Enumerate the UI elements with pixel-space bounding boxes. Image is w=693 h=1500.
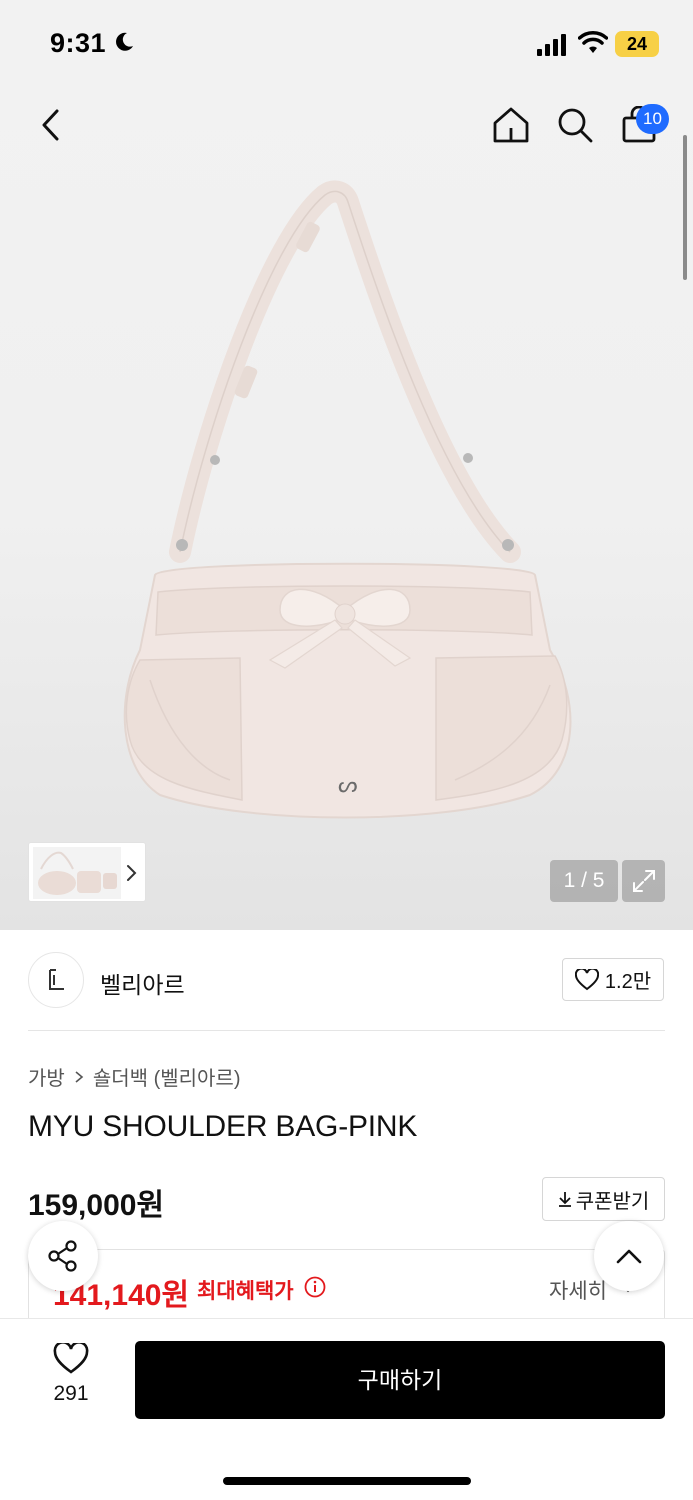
brand-favorite-button[interactable]: 1.2만 <box>562 958 664 1001</box>
heart-icon <box>53 1341 89 1374</box>
product-price: 159,000원 <box>28 1189 165 1222</box>
status-bar: 9:31 24 <box>0 0 693 90</box>
product-image[interactable]: ᔕ <box>110 180 580 830</box>
status-time: 9:31 <box>50 28 107 58</box>
home-button[interactable] <box>486 95 536 155</box>
brand-logo[interactable] <box>28 952 84 1008</box>
thumbnail-image[interactable] <box>33 847 121 899</box>
coupon-button[interactable]: 쿠폰받기 <box>542 1177 665 1221</box>
product-title: MYU SHOULDER BAG-PINK <box>28 1110 418 1143</box>
home-icon <box>493 107 529 143</box>
search-button[interactable] <box>550 95 600 155</box>
scroll-to-top-button[interactable] <box>594 1221 664 1291</box>
image-pager: 1 / 5 <box>550 860 618 902</box>
back-button[interactable] <box>25 95 75 155</box>
svg-text:ᔕ: ᔕ <box>338 773 358 798</box>
like-button[interactable]: 291 <box>36 1341 106 1413</box>
chevron-left-icon <box>42 109 59 141</box>
brand-name[interactable]: 벨리아르 <box>100 966 185 1000</box>
moon-icon <box>116 32 133 51</box>
divider <box>28 1030 665 1031</box>
share-button[interactable] <box>28 1221 98 1291</box>
battery-indicator: 24 <box>615 31 659 57</box>
top-nav <box>0 95 693 165</box>
chevron-right-icon <box>75 1070 84 1083</box>
search-icon <box>558 108 593 143</box>
expand-image-button[interactable] <box>622 860 665 902</box>
buy-button[interactable]: 구매하기 <box>135 1341 665 1419</box>
scroll-indicator[interactable] <box>683 135 687 280</box>
brand-row: 벨리아르 1.2만 <box>28 952 665 1008</box>
chevron-right-icon[interactable] <box>125 861 139 885</box>
like-count: 291 <box>53 1382 89 1405</box>
max-benefit-box[interactable]: 141,140원 최대혜택가 자세히 <box>28 1249 665 1329</box>
cart-count-badge: 10 <box>636 104 669 134</box>
download-icon <box>558 1192 571 1207</box>
chevron-up-icon <box>616 1249 642 1264</box>
benefit-label: 최대혜택가 <box>197 1280 294 1303</box>
share-icon <box>48 1240 77 1272</box>
brand-favorite-count: 1.2만 <box>604 971 652 993</box>
expand-icon <box>632 870 655 892</box>
breadcrumb-subcategory[interactable]: 숄더백 (벨리아르) <box>93 1062 241 1091</box>
coupon-label: 쿠폰받기 <box>575 1190 650 1213</box>
detail-link[interactable]: 자세히 <box>549 1275 607 1305</box>
thumbnail-strip[interactable] <box>28 842 146 902</box>
brand-logo-mark <box>49 969 64 990</box>
breadcrumb-category[interactable]: 가방 <box>28 1062 65 1091</box>
wifi-icon <box>578 31 608 53</box>
breadcrumb: 가방 숄더백 (벨리아르) <box>28 1062 241 1091</box>
signal-icon <box>537 34 566 56</box>
info-icon[interactable] <box>304 1276 326 1298</box>
heart-icon <box>574 968 599 990</box>
home-indicator[interactable] <box>223 1477 471 1485</box>
bottom-action-bar: 291 구매하기 <box>0 1318 693 1500</box>
